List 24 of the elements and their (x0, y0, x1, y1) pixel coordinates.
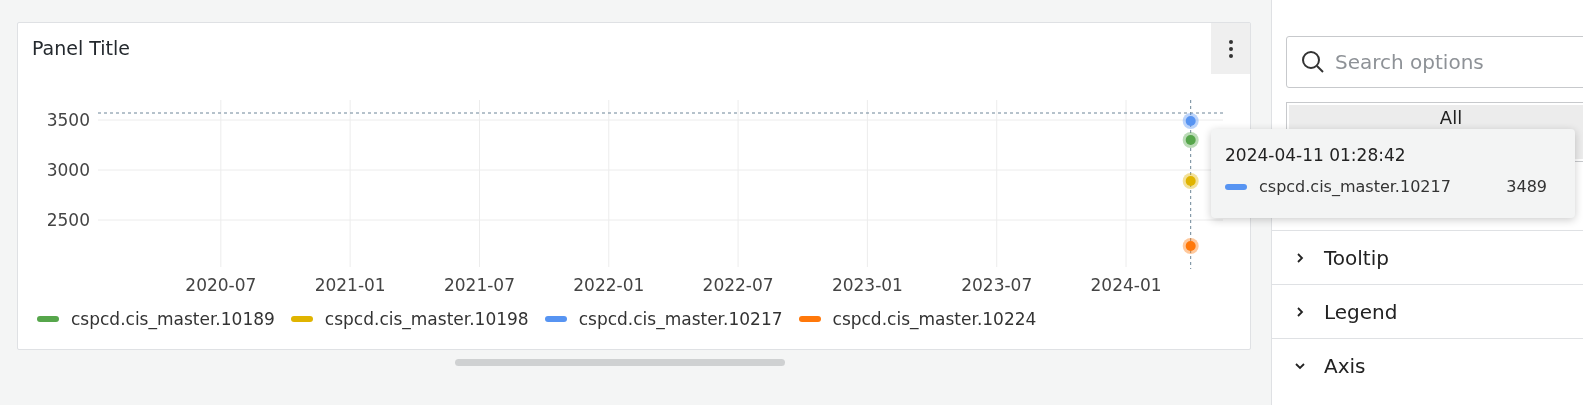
menu-button[interactable] (1211, 23, 1250, 74)
legend-item[interactable]: cspcd.cis_master.10224 (798, 309, 1037, 329)
tooltip-time: 2024-04-11 01:28:42 (1225, 145, 1407, 165)
tooltip-series: cspcd.cis_master.10217 (1259, 177, 1451, 196)
axis-label: 2024-01 (1090, 275, 1162, 293)
axis-label: 2020-07 (185, 275, 257, 293)
search-icon (1301, 50, 1325, 74)
tooltip-value: 3489 (1506, 177, 1547, 196)
axis-label: 2500 (46, 210, 90, 230)
axis-label: 2023-01 (831, 275, 903, 293)
axis-label: 2021-01 (314, 275, 386, 293)
axis-label: 2021-07 (443, 275, 515, 293)
axis-label: 2022-01 (573, 275, 645, 293)
legend-item[interactable]: cspcd.cis_master.10198 (290, 309, 529, 329)
search-field[interactable]: Search options (1286, 36, 1583, 88)
legend-item[interactable]: cspcd.cis_master.10217 (544, 309, 783, 329)
axis-label: 2023-07 (961, 275, 1033, 293)
legend-item[interactable]: cspcd.cis_master.10189 (37, 309, 275, 329)
scrollbar[interactable] (455, 359, 785, 366)
panel-title: Panel Title (31, 36, 130, 61)
axis-label: 3500 (46, 110, 90, 130)
axis-label: 3000 (46, 160, 90, 180)
kebab-icon (1228, 39, 1233, 58)
axis-label: 2022-07 (702, 275, 774, 293)
